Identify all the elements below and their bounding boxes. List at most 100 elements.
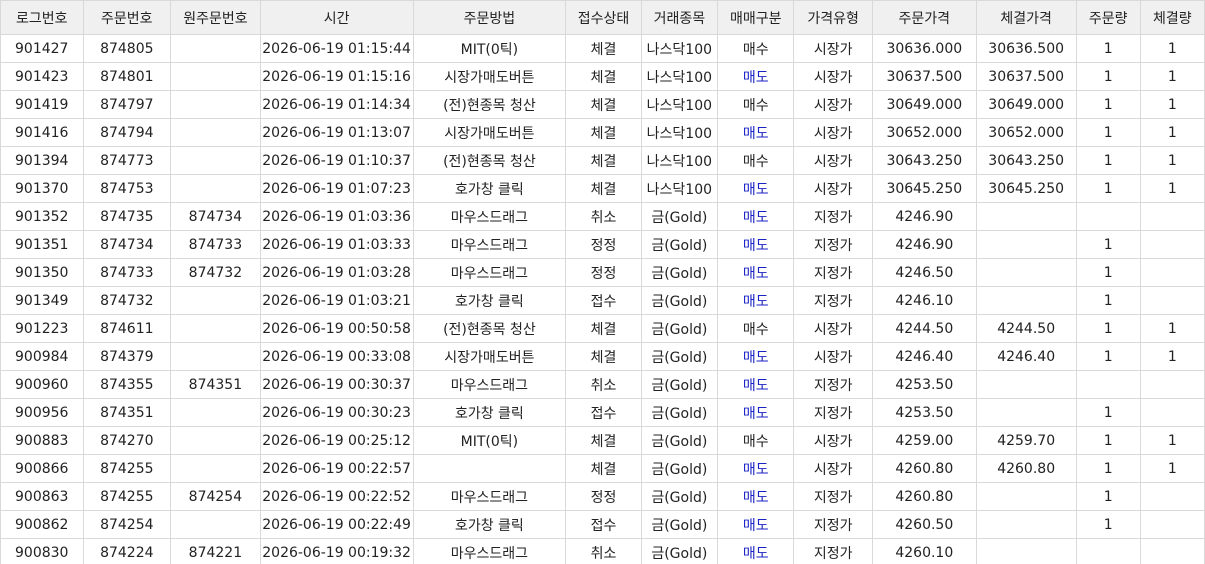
column-header-order-no[interactable]: 주문번호 (82, 0, 172, 35)
cell-order-no: 874794 (82, 118, 172, 147)
cell-order-price: 4253.50 (871, 370, 977, 399)
cell-status: 접수 (565, 510, 642, 539)
cell-order-no: 874379 (82, 342, 172, 371)
cell-order-qty: 1 (1075, 34, 1141, 63)
cell-method: 호가창 클릭 (412, 286, 567, 315)
cell-status: 체결 (565, 314, 642, 343)
cell-order-qty (1075, 538, 1141, 564)
cell-side: 매도 (717, 370, 795, 399)
cell-orig-order-no (170, 90, 261, 119)
cell-price-type: 지정가 (793, 202, 873, 231)
cell-fill-price: 4260.80 (975, 454, 1077, 483)
table-row[interactable]: 901352 874735 874734 2026-06-19 01:03:36 마우스… (0, 202, 1205, 231)
column-header-order-qty[interactable]: 주문량 (1075, 0, 1141, 35)
cell-fill-qty: 1 (1139, 146, 1205, 175)
table-row[interactable]: 901427 874805 2026-06-19 01:15:44 MIT(0틱) 체결… (0, 34, 1205, 63)
table-row[interactable]: 900866 874255 2026-06-19 00:22:57 체결 금(Gold)… (0, 454, 1205, 483)
table-row[interactable]: 901419 874797 2026-06-19 01:14:34 (전)현종목 청산… (0, 90, 1205, 119)
cell-fill-price: 30652.000 (975, 118, 1077, 147)
cell-side: 매수 (717, 146, 795, 175)
table-row[interactable]: 900956 874351 2026-06-19 00:30:23 호가창 클릭 접수 금… (0, 398, 1205, 427)
cell-side: 매도 (717, 342, 795, 371)
cell-method: 시장가매도버튼 (412, 62, 567, 91)
table-row[interactable]: 901423 874801 2026-06-19 01:15:16 시장가매도버튼 체결… (0, 62, 1205, 91)
cell-order-no: 874801 (82, 62, 172, 91)
column-header-order-price[interactable]: 주문가격 (871, 0, 977, 35)
cell-order-price: 30643.250 (871, 146, 977, 175)
cell-log-no: 901349 (0, 286, 84, 315)
column-header-method[interactable]: 주문방법 (412, 0, 567, 35)
cell-orig-order-no: 874734 (170, 202, 261, 231)
cell-symbol: 금(Gold) (640, 510, 719, 539)
column-header-log-no[interactable]: 로그번호 (0, 0, 84, 35)
cell-order-no: 874773 (82, 146, 172, 175)
table-row[interactable]: 901350 874733 874732 2026-06-19 01:03:28 마우스… (0, 258, 1205, 287)
column-header-price-type[interactable]: 가격유형 (793, 0, 873, 35)
cell-order-qty: 1 (1075, 90, 1141, 119)
cell-price-type: 시장가 (793, 174, 873, 203)
cell-fill-price: 30645.250 (975, 174, 1077, 203)
cell-order-price: 4246.90 (871, 230, 977, 259)
column-header-fill-qty[interactable]: 체결량 (1139, 0, 1205, 35)
cell-order-price: 4244.50 (871, 314, 977, 343)
cell-orig-order-no (170, 34, 261, 63)
cell-log-no: 901223 (0, 314, 84, 343)
table-row[interactable]: 900960 874355 874351 2026-06-19 00:30:37 마우스… (0, 370, 1205, 399)
cell-fill-price (975, 230, 1077, 259)
table-row[interactable]: 901416 874794 2026-06-19 01:13:07 시장가매도버튼 체결… (0, 118, 1205, 147)
table-row[interactable]: 901349 874732 2026-06-19 01:03:21 호가창 클릭 접수 금… (0, 286, 1205, 315)
cell-method (412, 454, 567, 483)
column-header-side[interactable]: 매매구분 (717, 0, 795, 35)
cell-orig-order-no (170, 118, 261, 147)
column-header-symbol[interactable]: 거래종목 (640, 0, 719, 35)
cell-price-type: 시장가 (793, 342, 873, 371)
cell-method: 마우스드래그 (412, 482, 567, 511)
column-header-orig-order-no[interactable]: 원주문번호 (170, 0, 261, 35)
cell-log-no: 900956 (0, 398, 84, 427)
cell-order-price: 4260.50 (871, 510, 977, 539)
table-row[interactable]: 900984 874379 2026-06-19 00:33:08 시장가매도버튼 체결… (0, 342, 1205, 371)
cell-time: 2026-06-19 01:03:21 (259, 286, 414, 315)
cell-fill-price (975, 370, 1077, 399)
cell-log-no: 901370 (0, 174, 84, 203)
table-row[interactable]: 900862 874254 2026-06-19 00:22:49 호가창 클릭 접수 금… (0, 510, 1205, 539)
cell-time: 2026-06-19 00:19:32 (259, 538, 414, 564)
column-header-time[interactable]: 시간 (259, 0, 414, 35)
table-row[interactable]: 901223 874611 2026-06-19 00:50:58 (전)현종목 청산… (0, 314, 1205, 343)
cell-log-no: 900866 (0, 454, 84, 483)
table-row[interactable]: 900863 874255 874254 2026-06-19 00:22:52 마우스… (0, 482, 1205, 511)
column-header-fill-price[interactable]: 체결가격 (975, 0, 1077, 35)
cell-log-no: 901419 (0, 90, 84, 119)
cell-price-type: 지정가 (793, 398, 873, 427)
cell-order-qty: 1 (1075, 258, 1141, 287)
cell-status: 체결 (565, 174, 642, 203)
cell-fill-qty (1139, 538, 1205, 564)
cell-side: 매수 (717, 314, 795, 343)
column-header-status[interactable]: 접수상태 (565, 0, 642, 35)
cell-side: 매수 (717, 34, 795, 63)
cell-status: 취소 (565, 370, 642, 399)
cell-method: (전)현종목 청산 (412, 314, 567, 343)
cell-symbol: 금(Gold) (640, 258, 719, 287)
cell-order-price: 4246.10 (871, 286, 977, 315)
cell-orig-order-no (170, 454, 261, 483)
cell-status: 정정 (565, 482, 642, 511)
cell-orig-order-no (170, 174, 261, 203)
cell-order-qty (1075, 370, 1141, 399)
cell-order-no: 874734 (82, 230, 172, 259)
cell-price-type: 지정가 (793, 482, 873, 511)
table-row[interactable]: 901351 874734 874733 2026-06-19 01:03:33 마우스… (0, 230, 1205, 259)
cell-order-no: 874351 (82, 398, 172, 427)
table-row[interactable]: 900883 874270 2026-06-19 00:25:12 MIT(0틱) 체결… (0, 426, 1205, 455)
cell-order-qty: 1 (1075, 454, 1141, 483)
table-row[interactable]: 901394 874773 2026-06-19 01:10:37 (전)현종목 청산… (0, 146, 1205, 175)
cell-status: 정정 (565, 258, 642, 287)
cell-order-qty: 1 (1075, 342, 1141, 371)
table-row[interactable]: 900830 874224 874221 2026-06-19 00:19:32 마우스… (0, 538, 1205, 564)
cell-time: 2026-06-19 01:14:34 (259, 90, 414, 119)
table-row[interactable]: 901370 874753 2026-06-19 01:07:23 호가창 클릭 체결 나… (0, 174, 1205, 203)
cell-order-no: 874735 (82, 202, 172, 231)
cell-time: 2026-06-19 01:03:33 (259, 230, 414, 259)
cell-side: 매도 (717, 286, 795, 315)
cell-order-qty: 1 (1075, 230, 1141, 259)
